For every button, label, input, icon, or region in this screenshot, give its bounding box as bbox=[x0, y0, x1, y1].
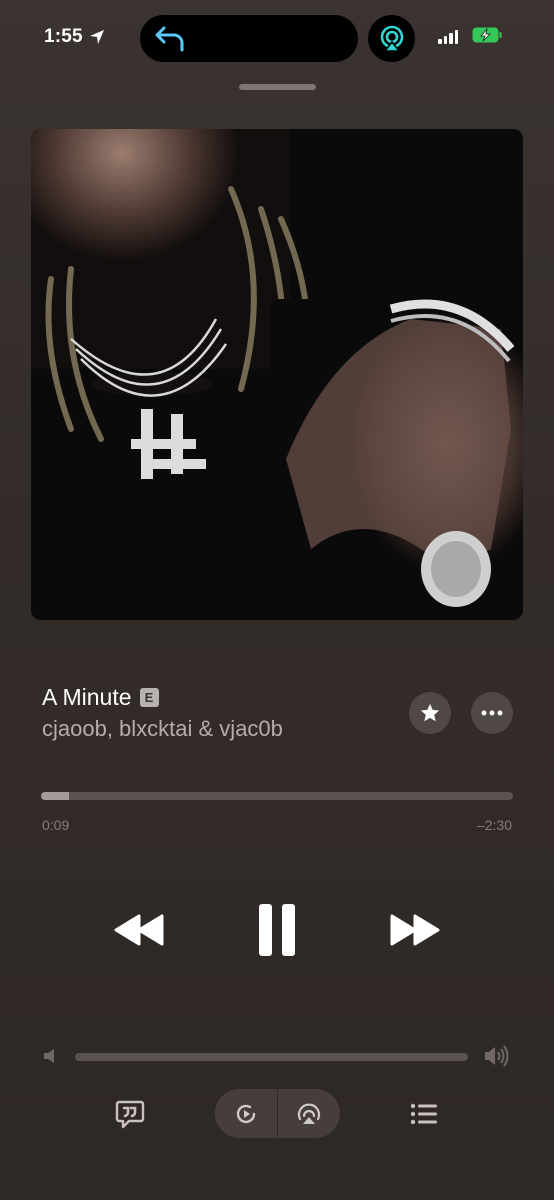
autoplay-icon bbox=[236, 1104, 256, 1123]
progress-scrubber[interactable] bbox=[41, 792, 513, 800]
pause-button[interactable] bbox=[250, 900, 304, 960]
song-title-text: A Minute bbox=[42, 684, 132, 710]
queue-list-icon bbox=[410, 1103, 437, 1125]
airplay-icon bbox=[380, 25, 403, 52]
airplay-island-button[interactable] bbox=[368, 15, 415, 62]
location-arrow-icon bbox=[89, 30, 104, 44]
progress-fill bbox=[41, 792, 70, 800]
queue-button[interactable] bbox=[404, 1096, 444, 1132]
remaining-time: –2:30 bbox=[476, 817, 512, 833]
back-arrow-icon[interactable] bbox=[152, 24, 188, 54]
volume-low-icon bbox=[44, 1049, 54, 1063]
rewind-icon bbox=[114, 914, 164, 946]
airplay-button[interactable] bbox=[278, 1089, 340, 1138]
elapsed-time: 0:09 bbox=[42, 817, 70, 833]
song-artist[interactable]: cjaoob, blxcktai & vjac0b bbox=[42, 716, 283, 742]
star-icon bbox=[420, 703, 440, 722]
lyrics-button[interactable] bbox=[110, 1096, 150, 1132]
pause-icon bbox=[259, 904, 295, 956]
artwork-illustration bbox=[31, 129, 523, 620]
favorite-button[interactable] bbox=[409, 692, 451, 734]
cellular-signal-icon bbox=[438, 30, 458, 44]
autoplay-button[interactable] bbox=[215, 1089, 277, 1138]
volume-slider[interactable] bbox=[75, 1053, 468, 1061]
previous-button[interactable] bbox=[108, 905, 170, 955]
playback-mode-segment bbox=[215, 1089, 340, 1138]
album-artwork bbox=[31, 129, 523, 620]
status-time: 1:55 bbox=[44, 26, 105, 48]
explicit-badge: E bbox=[139, 688, 159, 707]
more-options-button[interactable] bbox=[471, 692, 513, 734]
dynamic-island[interactable] bbox=[140, 15, 358, 62]
lyrics-quote-icon bbox=[115, 1100, 145, 1129]
clock-text: 1:55 bbox=[44, 26, 83, 47]
battery-charging-icon bbox=[472, 27, 502, 43]
next-button[interactable] bbox=[384, 905, 446, 955]
volume-high-icon bbox=[485, 1045, 509, 1067]
sheet-grabber[interactable] bbox=[239, 84, 316, 90]
song-title: A Minute E bbox=[42, 684, 159, 711]
airplay-icon bbox=[297, 1103, 321, 1124]
ellipsis-icon bbox=[481, 710, 503, 716]
fast-forward-icon bbox=[390, 914, 440, 946]
